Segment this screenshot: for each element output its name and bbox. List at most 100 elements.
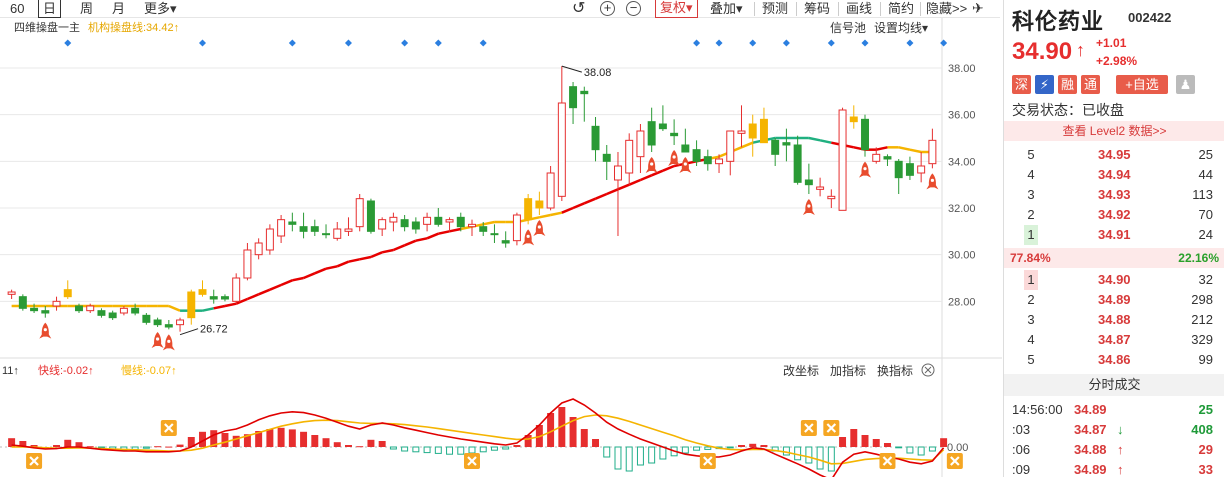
candle[interactable]: [512, 212, 521, 246]
rocket-signal-icon[interactable]: [668, 150, 681, 166]
candle[interactable]: [41, 306, 50, 318]
candle[interactable]: [501, 231, 510, 248]
cross-signal-icon[interactable]: [823, 420, 840, 436]
candle[interactable]: [389, 212, 398, 232]
candle[interactable]: [759, 107, 768, 144]
candle[interactable]: [737, 105, 746, 148]
candle[interactable]: [591, 117, 600, 162]
candle[interactable]: [434, 208, 443, 227]
signal-diamond-icon[interactable]: [288, 39, 296, 47]
signal-diamond-icon[interactable]: [906, 39, 914, 47]
main-indicator-label[interactable]: 四维操盘一主: [14, 20, 80, 34]
candle[interactable]: [378, 217, 387, 236]
cross-signal-icon[interactable]: [464, 453, 480, 469]
cross-signal-icon[interactable]: [879, 453, 896, 469]
signal-diamond-icon[interactable]: [344, 39, 352, 47]
tab-period-day[interactable]: 日: [38, 0, 62, 18]
candle[interactable]: [164, 320, 173, 330]
candle[interactable]: [119, 306, 128, 316]
buy-order-row[interactable]: 2 34.89 298: [1004, 290, 1224, 310]
cross-signal-icon[interactable]: [160, 420, 177, 436]
signal-diamond-icon[interactable]: [861, 39, 869, 47]
candle[interactable]: [52, 296, 61, 311]
candle[interactable]: [333, 222, 342, 241]
predict-button[interactable]: 预测: [762, 0, 788, 18]
rocket-signal-icon[interactable]: [802, 199, 815, 215]
close-sub-icon[interactable]: [921, 363, 935, 377]
candle[interactable]: [681, 128, 690, 153]
tab-period-week[interactable]: 周: [76, 0, 97, 18]
zoom-out-icon[interactable]: −: [626, 1, 641, 16]
tab-period-more[interactable]: 更多▾: [140, 0, 181, 18]
candle[interactable]: [254, 238, 263, 260]
signal-diamond-icon[interactable]: [434, 39, 442, 47]
candle[interactable]: [322, 224, 331, 239]
sell-order-row[interactable]: 2 34.92 70: [1004, 205, 1224, 225]
simple-button[interactable]: 简约: [888, 0, 914, 18]
tab-period-month[interactable]: 月: [108, 0, 129, 18]
candle[interactable]: [524, 194, 533, 225]
candle[interactable]: [905, 156, 914, 180]
signal-diamond-icon[interactable]: [940, 39, 948, 47]
candle[interactable]: [917, 152, 926, 183]
candle[interactable]: [883, 154, 892, 166]
candle[interactable]: [703, 149, 712, 171]
candle[interactable]: [220, 294, 229, 302]
candle[interactable]: [546, 166, 555, 211]
sell-order-row[interactable]: 4 34.94 44: [1004, 165, 1224, 185]
pin-icon[interactable]: ✈: [972, 0, 984, 18]
candle[interactable]: [658, 105, 667, 131]
candle[interactable]: [625, 133, 634, 185]
candle[interactable]: [838, 107, 847, 211]
cross-signal-icon[interactable]: [946, 453, 963, 469]
candle[interactable]: [782, 128, 791, 162]
candle[interactable]: [400, 215, 409, 232]
candle[interactable]: [636, 124, 645, 173]
cross-signal-icon[interactable]: [800, 420, 817, 436]
bell-icon[interactable]: ♟: [1176, 75, 1195, 94]
candle[interactable]: [18, 294, 27, 311]
candle[interactable]: [557, 66, 566, 201]
buy-order-row[interactable]: 4 34.87 329: [1004, 330, 1224, 350]
chip-button[interactable]: 筹码: [804, 0, 830, 18]
candle[interactable]: [366, 198, 375, 234]
candle[interactable]: [344, 217, 353, 236]
signal-diamond-icon[interactable]: [827, 39, 835, 47]
change-axis-button[interactable]: 改坐标: [783, 364, 819, 378]
sell-order-row[interactable]: 3 34.93 113: [1004, 185, 1224, 205]
kline-chart[interactable]: 38.00 36.00 34.00 32.00 30.00 28.00 四维操盘一主 机构…: [0, 18, 1002, 477]
candle[interactable]: [310, 219, 319, 236]
candle[interactable]: [670, 119, 679, 145]
rocket-signal-icon[interactable]: [162, 334, 175, 351]
switch-indicator-button[interactable]: 换指标: [877, 363, 913, 378]
candle[interactable]: [613, 152, 622, 236]
rocket-signal-icon[interactable]: [926, 173, 939, 190]
candle[interactable]: [97, 308, 106, 318]
candle[interactable]: [63, 280, 72, 299]
candle[interactable]: [187, 289, 196, 325]
candle[interactable]: [142, 313, 151, 325]
candle[interactable]: [816, 177, 825, 197]
candle[interactable]: [602, 145, 611, 180]
signal-diamond-icon[interactable]: [749, 39, 757, 47]
candle[interactable]: [748, 114, 757, 157]
draw-line-button[interactable]: 画线: [846, 0, 872, 18]
signal-diamond-icon[interactable]: [715, 39, 723, 47]
candle[interactable]: [7, 289, 16, 299]
candle[interactable]: [894, 159, 903, 194]
signal-diamond-icon[interactable]: [199, 39, 207, 47]
fuquan-dropdown[interactable]: 复权▾: [655, 0, 698, 18]
candle[interactable]: [411, 217, 420, 234]
signal-diamond-icon[interactable]: [782, 39, 790, 47]
sell-order-row[interactable]: 5 34.95 25: [1004, 145, 1224, 165]
candle[interactable]: [793, 135, 802, 185]
undo-icon[interactable]: ↺: [572, 0, 585, 18]
rocket-signal-icon[interactable]: [151, 332, 164, 348]
candle[interactable]: [176, 317, 185, 332]
candle[interactable]: [726, 130, 735, 176]
candle[interactable]: [423, 212, 432, 232]
level2-link[interactable]: 查看 Level2 数据>>: [1004, 121, 1224, 141]
candle[interactable]: [445, 217, 454, 232]
candle[interactable]: [232, 273, 241, 304]
cross-signal-icon[interactable]: [26, 453, 43, 469]
